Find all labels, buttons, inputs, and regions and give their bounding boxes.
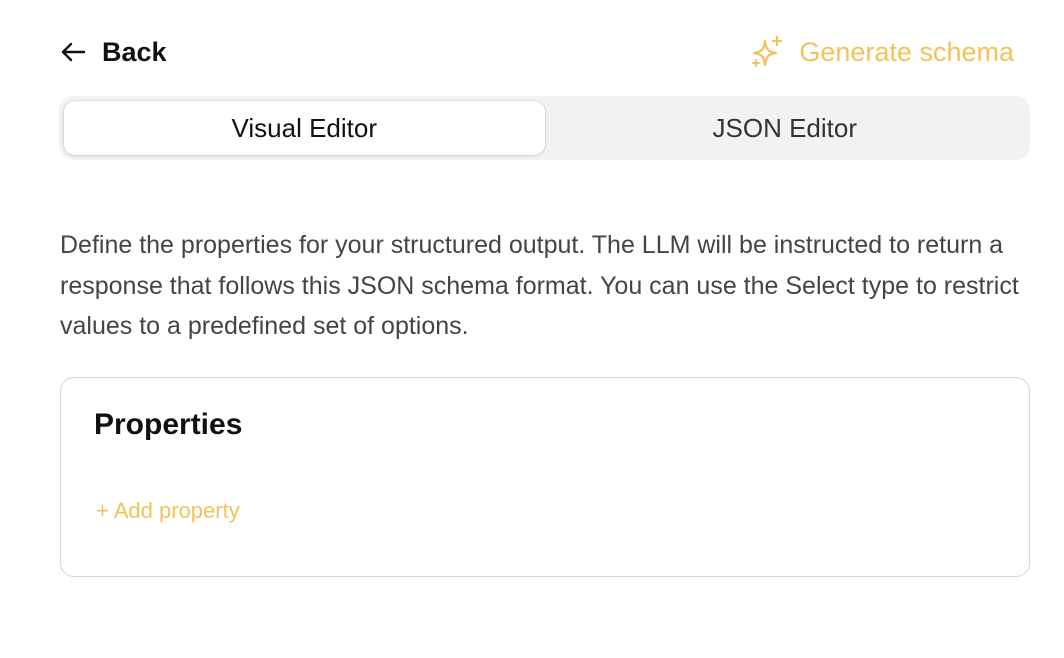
schema-editor-page: Back Generate schema Visual Editor JSON … xyxy=(0,0,1064,658)
header-row: Back Generate schema xyxy=(60,30,1014,74)
editor-tabs: Visual Editor JSON Editor xyxy=(59,96,1030,160)
back-label: Back xyxy=(102,36,167,67)
arrow-left-icon xyxy=(60,41,86,63)
tab-visual-editor[interactable]: Visual Editor xyxy=(64,101,545,155)
properties-card: Properties + Add property xyxy=(60,377,1030,577)
add-property-button[interactable]: + Add property xyxy=(96,498,240,524)
tab-json-editor[interactable]: JSON Editor xyxy=(545,101,1026,155)
schema-description: Define the properties for your structure… xyxy=(60,231,1019,340)
sparkles-icon xyxy=(751,35,785,69)
generate-schema-label: Generate schema xyxy=(799,36,1014,67)
properties-title: Properties xyxy=(94,408,243,441)
generate-schema-button[interactable]: Generate schema xyxy=(751,35,1014,69)
back-button[interactable]: Back xyxy=(60,37,167,68)
